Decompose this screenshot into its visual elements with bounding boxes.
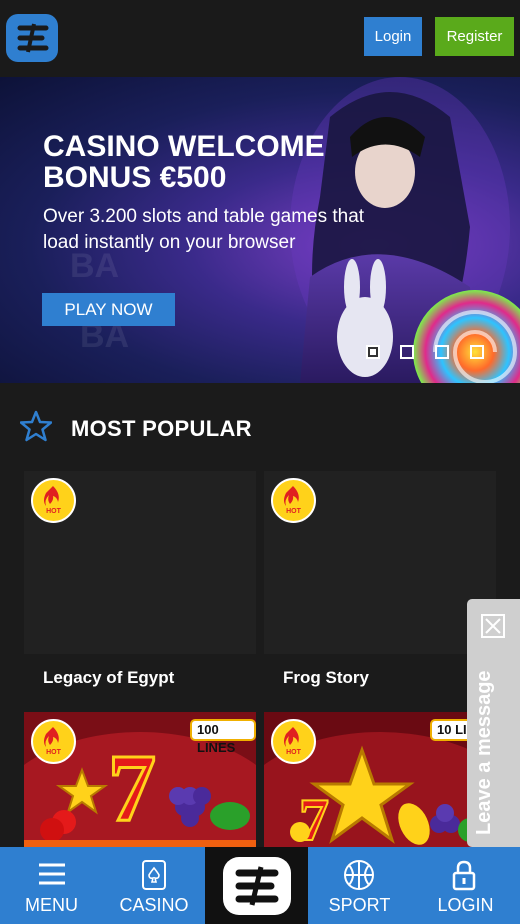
nav-label: LOGIN — [437, 895, 494, 915]
hot-badge-icon: HOT — [271, 478, 316, 523]
leave-message-label[interactable]: Leave a message — [473, 655, 496, 835]
home-logo-button[interactable] — [205, 847, 308, 924]
lines-badge: 100 LINES — [190, 719, 256, 755]
leave-message-widget[interactable]: Leave a message — [467, 599, 520, 847]
hot-badge-icon: HOT — [31, 478, 76, 523]
brand-logo-icon — [223, 857, 291, 915]
card-icon — [142, 860, 166, 890]
hot-badge-icon: HOT — [31, 719, 76, 764]
hero-title: CASINO WELCOME BONUS €500 — [43, 130, 325, 194]
brand-logo-icon[interactable] — [6, 14, 58, 62]
play-now-button[interactable]: PLAY NOW — [42, 293, 175, 326]
game-card-slot-100-lines[interactable]: 7 HOT 100 LINES — [24, 712, 256, 852]
nav-casino[interactable]: CASINO — [103, 847, 205, 924]
lock-icon — [452, 860, 476, 891]
svg-text:HOT: HOT — [286, 508, 302, 515]
star-icon — [20, 410, 52, 442]
slide-dot-3[interactable] — [435, 345, 449, 359]
svg-text:HOT: HOT — [46, 508, 62, 515]
svg-text:HOT: HOT — [286, 749, 302, 756]
page: Login Register BA BA CASINO WELCOME BONU… — [0, 0, 520, 924]
close-icon[interactable] — [480, 613, 506, 639]
header: Login Register — [0, 0, 520, 77]
game-name[interactable]: Legacy of Egypt — [43, 668, 174, 688]
nav-label: CASINO — [119, 895, 189, 915]
svg-text:7: 7 — [299, 787, 329, 852]
slide-dot-4[interactable] — [470, 345, 484, 359]
svg-text:HOT: HOT — [46, 749, 62, 756]
bottom-nav: MENU CASINO SPORT LOGIN — [0, 847, 520, 924]
register-button[interactable]: Register — [435, 17, 514, 56]
hamburger-icon — [39, 863, 65, 885]
game-name[interactable]: Frog Story — [283, 668, 369, 688]
game-card-frog-story[interactable]: HOT Frog Story — [264, 471, 496, 699]
nav-label: SPORT — [328, 895, 391, 915]
hot-badge-icon: HOT — [271, 719, 316, 764]
game-card-slot-10-lines[interactable]: 7 HOT 10 LI — [264, 712, 496, 852]
basketball-icon — [344, 860, 374, 890]
svg-text:7: 7 — [108, 734, 156, 841]
nav-label: MENU — [25, 895, 78, 915]
slide-dot-1[interactable] — [366, 345, 380, 359]
nav-menu[interactable]: MENU — [0, 847, 103, 924]
login-button[interactable]: Login — [364, 17, 422, 56]
game-card-legacy-of-egypt[interactable]: HOT Legacy of Egypt — [24, 471, 256, 699]
most-popular-header: MOST POPULAR — [0, 383, 520, 471]
slide-dot-2[interactable] — [400, 345, 414, 359]
nav-login[interactable]: LOGIN — [411, 847, 520, 924]
section-title: MOST POPULAR — [71, 416, 252, 441]
hero-banner[interactable]: BA BA CASINO WELCOME BONUS €500 Over 3.2… — [0, 77, 520, 383]
nav-sport[interactable]: SPORT — [308, 847, 411, 924]
hero-subtitle: Over 3.200 slots and table games that lo… — [43, 206, 365, 253]
